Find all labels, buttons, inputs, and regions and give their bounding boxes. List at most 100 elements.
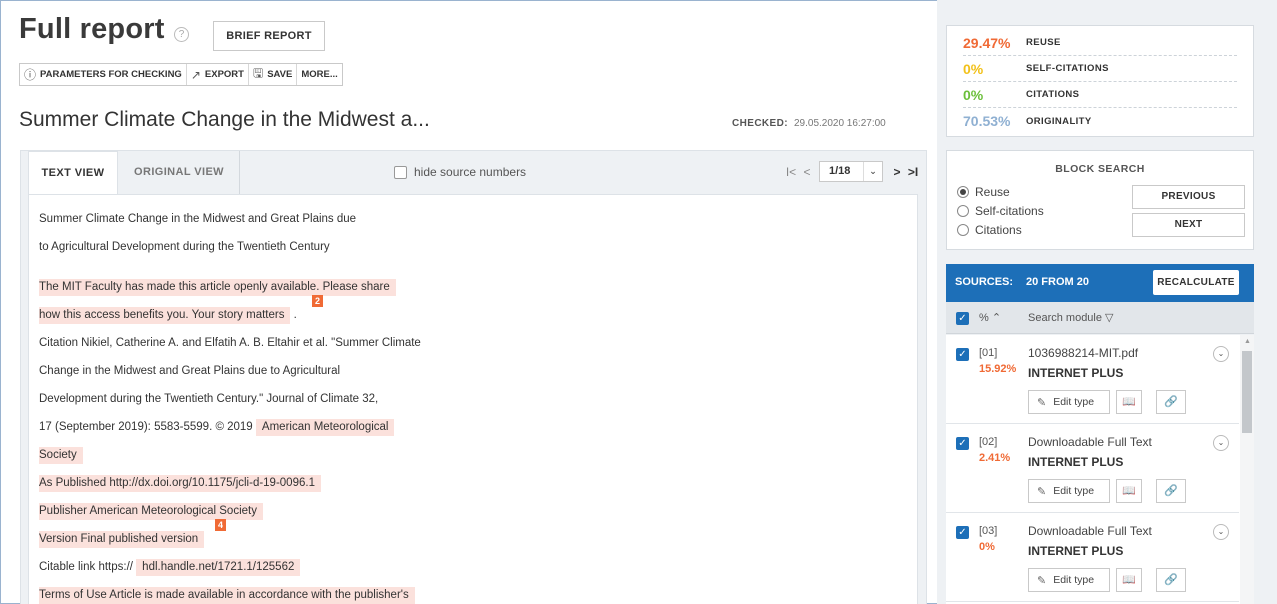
link-icon[interactable]: 🔗 (1156, 390, 1186, 414)
reuse-highlight[interactable]: American Meteorological (255, 419, 395, 436)
save-button[interactable]: 🖫 SAVE (249, 64, 298, 85)
text-line: to Agricultural Development during the T… (39, 241, 330, 253)
recalculate-button[interactable]: RECALCULATE (1153, 270, 1239, 295)
reuse-highlight[interactable]: As Published http://dx.doi.org/10.1175/j… (39, 475, 321, 492)
reuse-highlight[interactable]: how this access benefits you. Your story… (39, 307, 291, 324)
help-icon[interactable]: ? (174, 27, 189, 42)
edit-type-button[interactable]: ✎ Edit type (1028, 390, 1110, 414)
save-icon: 🖫 (252, 66, 264, 80)
source-percent: 0% (979, 541, 995, 553)
sources-label: SOURCES: (955, 276, 1014, 288)
book-icon[interactable]: 📖 (1116, 568, 1142, 592)
hide-source-label: hide source numbers (414, 165, 527, 179)
text-line: Development during the Twentieth Century… (39, 393, 379, 405)
source-percent: 2.41% (979, 452, 1011, 464)
prev-page-icon[interactable]: < (799, 165, 815, 179)
checked-date: CHECKED: 29.05.2020 16:27:00 (732, 118, 886, 129)
source-checkbox[interactable]: ✓ (956, 437, 969, 450)
sort-percent-header[interactable]: % ⌃ (979, 311, 1001, 324)
sources-count: 20 FROM 20 (1026, 276, 1089, 288)
text-line: Citation Nikiel, Catherine A. and Elfati… (39, 337, 421, 349)
parameters-button[interactable]: ⓘ PARAMETERS FOR CHECKING (20, 64, 187, 85)
edit-type-label: Edit type (1053, 574, 1095, 586)
info-icon: ⓘ (24, 68, 37, 82)
text-line[interactable]: how this access benefits you. Your story… (39, 307, 297, 324)
source-number: [03] (979, 525, 998, 537)
text-line[interactable]: Terms of Use Article is made available i… (39, 587, 415, 604)
reuse-highlight[interactable]: Version Final published version (39, 531, 205, 548)
text-fragment: Citable link https:// (39, 561, 133, 573)
source-name[interactable]: 1036988214-MIT.pdf (1028, 346, 1138, 360)
chevron-down-icon: ⌄ (869, 166, 877, 176)
more-button[interactable]: MORE... (297, 64, 341, 85)
sources-column-header: ✓ % ⌃ Search module ▽ (946, 302, 1254, 334)
export-button[interactable]: ↗ EXPORT (187, 64, 249, 85)
text-fragment: . (293, 309, 297, 321)
page-title: Full report (19, 13, 165, 45)
scrollbar-thumb[interactable] (1242, 351, 1252, 433)
reuse-highlight[interactable]: The MIT Faculty has made this article op… (39, 279, 396, 296)
text-line[interactable]: Society (39, 447, 83, 464)
book-icon[interactable]: 📖 (1116, 479, 1142, 503)
document-title: Summer Climate Change in the Midwest a..… (19, 108, 430, 131)
source-name[interactable]: Downloadable Full Text (1028, 435, 1152, 449)
text-line[interactable]: 17 (September 2019): 5583-5599. © 2019 A… (39, 419, 395, 436)
source-number-badge[interactable]: 2 (312, 295, 323, 307)
reuse-highlight[interactable]: hdl.handle.net/1721.1/125562 (136, 559, 301, 576)
source-name[interactable]: Downloadable Full Text (1028, 524, 1152, 538)
report-toolbar: ⓘ PARAMETERS FOR CHECKING ↗ EXPORT 🖫 SAV… (19, 63, 343, 86)
report-sidebar: 29.47% REUSE 0% SELF-CITATIONS 0% CITATI… (937, 0, 1277, 604)
chevron-down-icon[interactable]: ⌄ (1213, 346, 1229, 362)
link-icon[interactable]: 🔗 (1156, 568, 1186, 592)
export-icon: ↗ (190, 67, 201, 82)
source-checkbox[interactable]: ✓ (956, 526, 969, 539)
select-all-checkbox[interactable]: ✓ (956, 312, 969, 325)
last-page-icon[interactable]: >I (905, 165, 921, 179)
text-line[interactable]: The MIT Faculty has made this article op… (39, 279, 396, 296)
reuse-highlight[interactable]: Publisher American Meteorological Societ… (39, 503, 263, 520)
previous-button[interactable]: PREVIOUS (1132, 185, 1245, 209)
book-icon[interactable]: 📖 (1116, 390, 1142, 414)
radio-button[interactable] (957, 224, 969, 236)
first-page-icon[interactable]: I< (783, 165, 799, 179)
stat-originality: 70.53% ORIGINALITY (963, 108, 1237, 134)
radio-reuse[interactable]: Reuse (957, 185, 1010, 199)
radio-citations[interactable]: Citations (957, 223, 1022, 237)
stat-citations: 0% CITATIONS (963, 82, 1237, 108)
scroll-up-icon[interactable]: ▲ (1244, 338, 1251, 345)
source-checkbox[interactable]: ✓ (956, 348, 969, 361)
radio-button[interactable] (957, 186, 969, 198)
stat-label: ORIGINALITY (1026, 115, 1092, 127)
radio-self-citations[interactable]: Self-citations (957, 204, 1044, 218)
tab-original-view[interactable]: ORIGINAL VIEW (119, 151, 240, 194)
chevron-down-icon[interactable]: ⌄ (1213, 524, 1229, 540)
link-icon[interactable]: 🔗 (1156, 479, 1186, 503)
brief-report-button[interactable]: BRIEF REPORT (213, 21, 325, 51)
text-line[interactable]: As Published http://dx.doi.org/10.1175/j… (39, 475, 321, 492)
source-module: INTERNET PLUS (1028, 544, 1124, 558)
sources-scrollbar[interactable]: ▲ (1240, 335, 1254, 604)
page-select[interactable]: 1/18 ⌄ (819, 161, 883, 182)
text-line[interactable]: Version Final published version (39, 531, 205, 548)
chevron-down-icon[interactable]: ⌄ (1213, 435, 1229, 451)
search-module-filter[interactable]: Search module ▽ (1028, 311, 1114, 324)
text-line: Change in the Midwest and Great Plains d… (39, 365, 341, 377)
hide-source-checkbox[interactable] (394, 165, 407, 179)
pencil-icon: ✎ (1037, 396, 1047, 409)
pencil-icon: ✎ (1037, 574, 1047, 587)
reuse-highlight[interactable]: Terms of Use Article is made available i… (39, 587, 415, 604)
stat-value: 70.53% (963, 113, 1011, 129)
sources-list: ✓ [01] 15.92% 1036988214-MIT.pdf INTERNE… (946, 335, 1254, 604)
text-line[interactable]: Publisher American Meteorological Societ… (39, 503, 263, 520)
reuse-highlight[interactable]: Society (39, 447, 83, 464)
radio-button[interactable] (957, 205, 969, 217)
next-button[interactable]: NEXT (1132, 213, 1245, 237)
text-line[interactable]: Citable link https:// hdl.handle.net/172… (39, 559, 301, 576)
hide-source-numbers-toggle[interactable]: hide source numbers (394, 165, 526, 179)
tab-text-view[interactable]: TEXT VIEW (28, 151, 118, 195)
edit-type-button[interactable]: ✎ Edit type (1028, 568, 1110, 592)
next-page-icon[interactable]: > (889, 165, 905, 179)
source-item: ✓ [02] 2.41% Downloadable Full Text INTE… (946, 424, 1239, 513)
edit-type-button[interactable]: ✎ Edit type (1028, 479, 1110, 503)
source-number-badge[interactable]: 4 (215, 519, 226, 531)
